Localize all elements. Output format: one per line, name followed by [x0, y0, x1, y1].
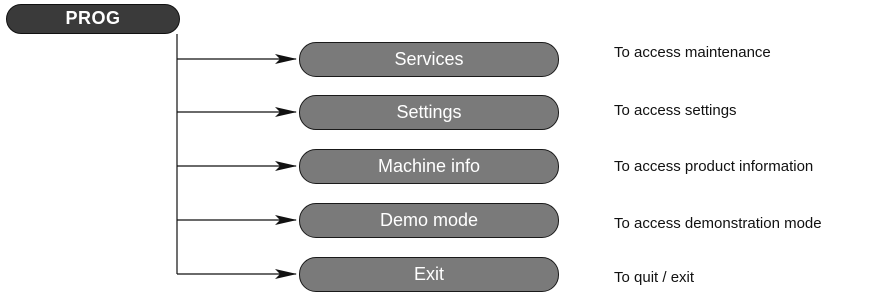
demo-mode-description: To access demonstration mode — [614, 215, 822, 232]
services-description: To access maintenance — [614, 44, 771, 61]
machine-info-description: To access product information — [614, 158, 814, 175]
services-button[interactable]: Services — [299, 42, 559, 77]
exit-button[interactable]: Exit — [299, 257, 559, 292]
exit-description: To quit / exit — [614, 269, 695, 286]
settings-button[interactable]: Settings — [299, 95, 559, 130]
demo-mode-button[interactable]: Demo mode — [299, 203, 559, 238]
settings-description: To access settings — [614, 102, 737, 119]
machine-info-button[interactable]: Machine info — [299, 149, 559, 184]
